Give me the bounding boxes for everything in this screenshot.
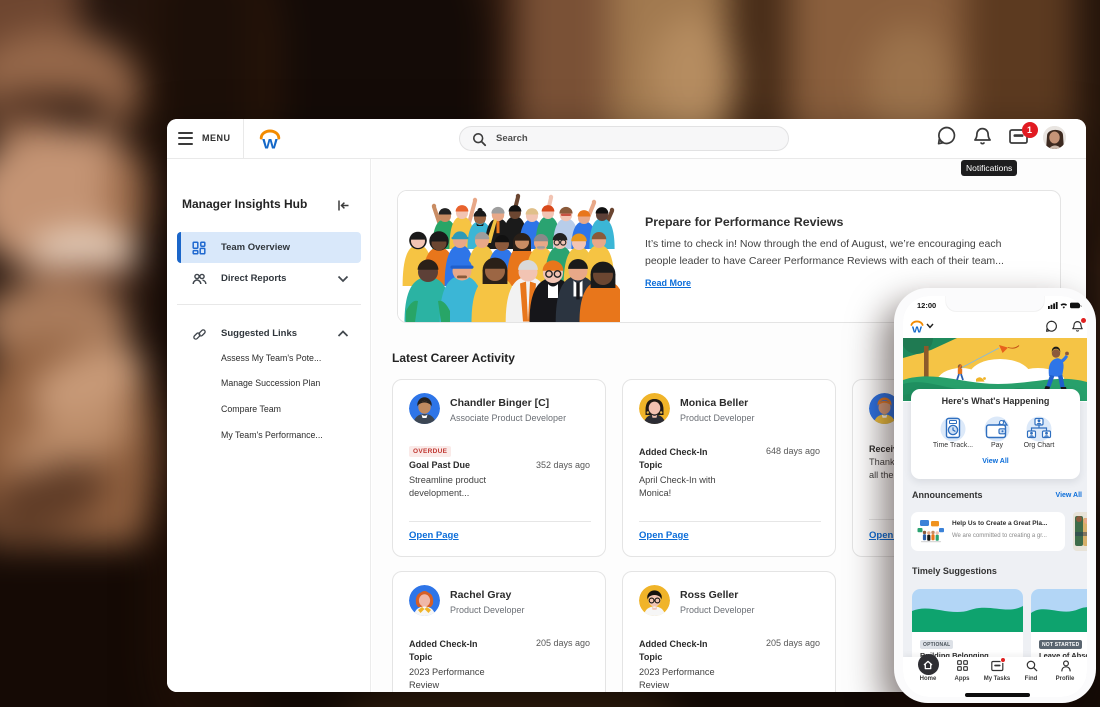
svg-text:W: W (262, 136, 278, 151)
svg-text:W: W (912, 325, 923, 334)
